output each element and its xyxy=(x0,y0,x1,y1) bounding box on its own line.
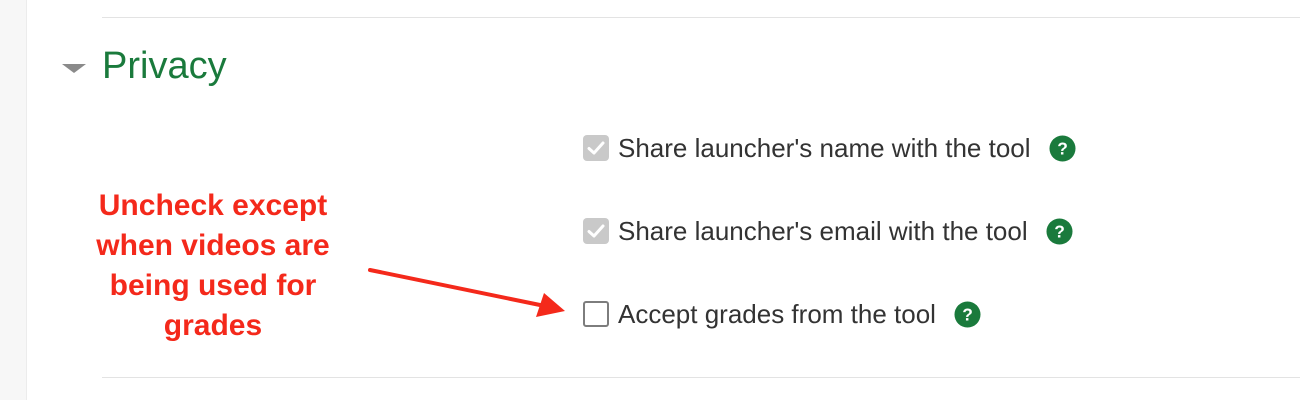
share-email-checkbox[interactable] xyxy=(583,218,609,244)
share-name-checkbox[interactable] xyxy=(583,135,609,161)
question-circle-icon[interactable]: ? xyxy=(1046,217,1073,245)
checkmark-icon xyxy=(587,224,605,238)
question-circle-icon[interactable]: ? xyxy=(954,300,981,328)
annotation-line: being used for xyxy=(109,269,317,302)
option-share-email: Share launcher's email with the tool ? xyxy=(583,214,1073,248)
section-title: Privacy xyxy=(102,45,227,87)
checkmark-icon xyxy=(587,141,605,155)
annotation-line: grades xyxy=(163,309,263,342)
share-name-label[interactable]: Share launcher's name with the tool xyxy=(618,133,1031,164)
annotation-line: when videos are xyxy=(96,229,330,262)
option-share-name: Share launcher's name with the tool ? xyxy=(583,131,1076,165)
accept-grades-checkbox[interactable] xyxy=(583,301,609,327)
annotation-line: Uncheck except xyxy=(98,189,328,222)
svg-text:?: ? xyxy=(962,304,973,324)
svg-text:?: ? xyxy=(1057,138,1068,158)
share-email-label[interactable]: Share launcher's email with the tool xyxy=(618,216,1028,247)
collapse-caret-icon[interactable] xyxy=(62,63,86,73)
svg-text:?: ? xyxy=(1054,221,1065,241)
annotation-callout: Uncheck except when videos are being use… xyxy=(70,186,356,346)
top-divider xyxy=(102,17,1300,18)
privacy-section-toggle[interactable]: Privacy xyxy=(62,40,227,92)
left-gutter xyxy=(0,0,27,400)
option-accept-grades: Accept grades from the tool ? xyxy=(583,297,981,331)
bottom-divider xyxy=(102,377,1300,378)
accept-grades-label[interactable]: Accept grades from the tool xyxy=(618,299,936,330)
question-circle-icon[interactable]: ? xyxy=(1049,134,1076,162)
